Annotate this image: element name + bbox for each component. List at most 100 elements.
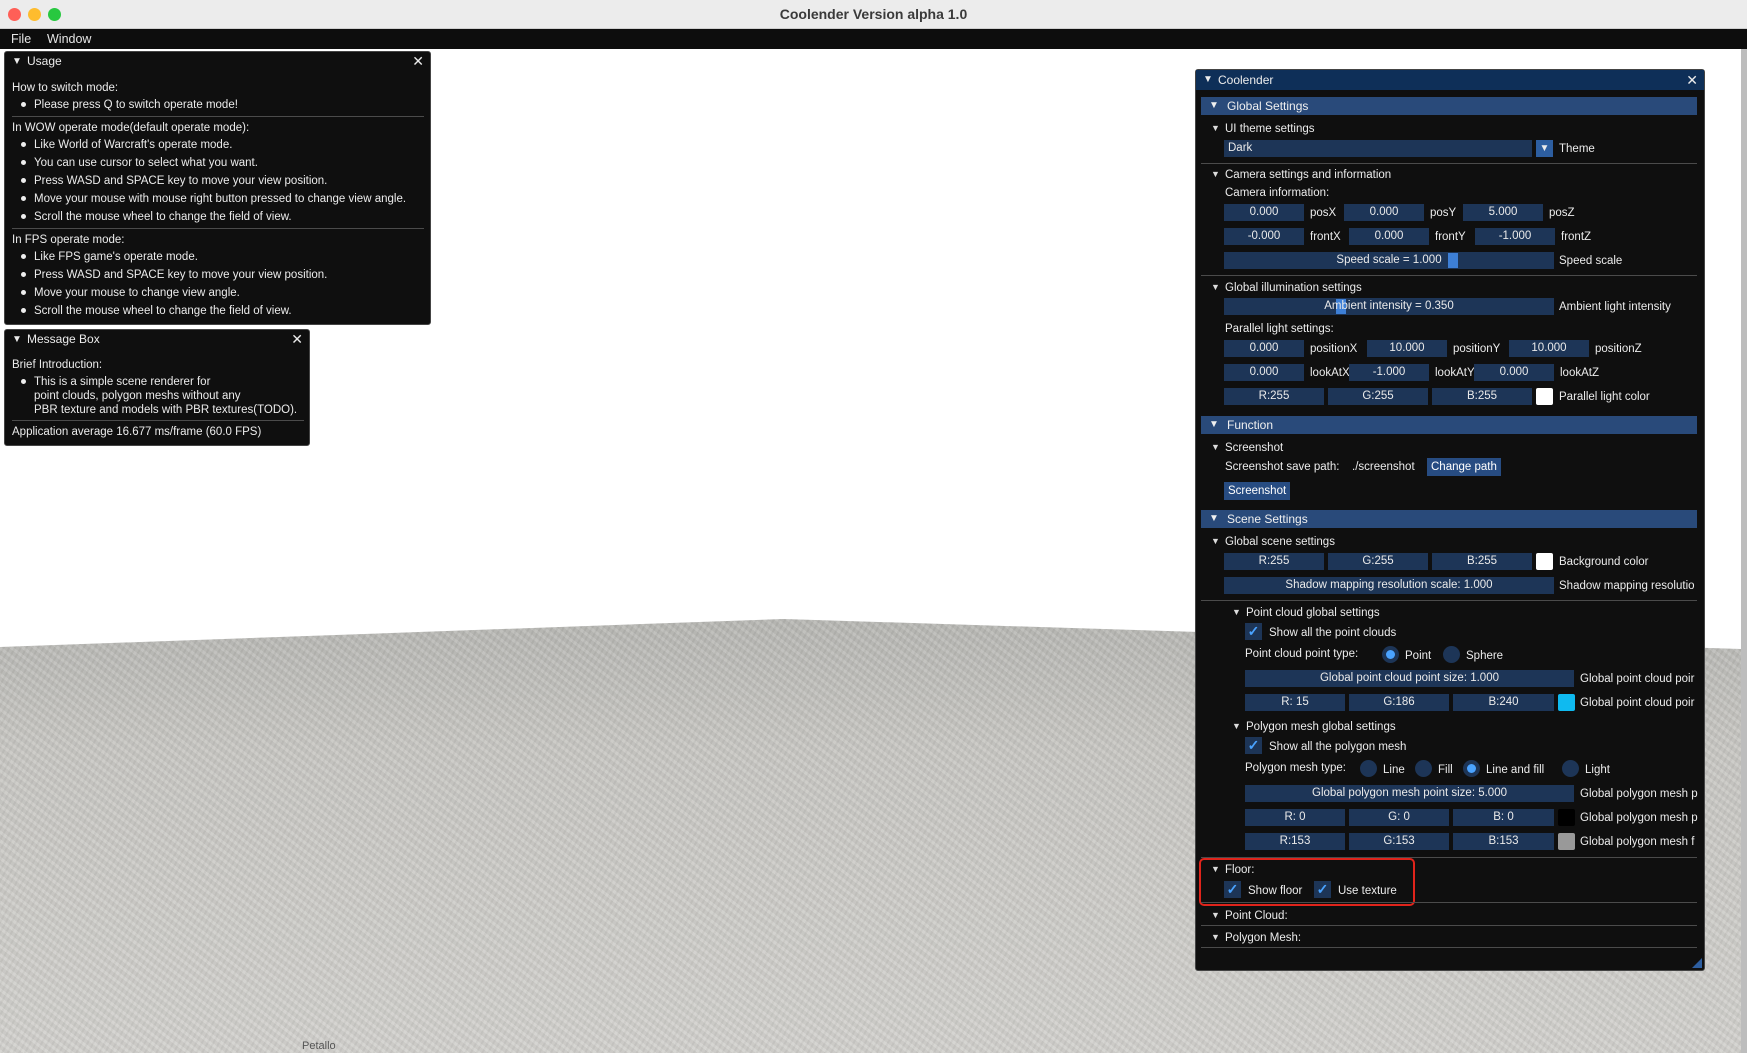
collapse-icon[interactable]: ▼ (1203, 70, 1213, 90)
usage-header[interactable]: ▼ Usage ✕ (5, 52, 430, 71)
frontz-field[interactable]: -1.000 (1475, 228, 1555, 245)
positionx-field[interactable]: 0.000 (1224, 340, 1304, 357)
tree-arrow-icon[interactable]: ▼ (1232, 607, 1241, 617)
pm-line-r-field[interactable]: R: 0 (1245, 809, 1345, 826)
collapse-icon[interactable]: ▼ (1209, 416, 1219, 434)
pm-line-g-field[interactable]: G: 0 (1349, 809, 1449, 826)
resize-grip-icon[interactable] (1692, 958, 1702, 968)
minimize-window-button[interactable] (28, 8, 41, 21)
tree-arrow-icon[interactable]: ▼ (1211, 123, 1220, 133)
show-point-clouds-label[interactable]: Show all the point clouds (1269, 626, 1396, 640)
checkmark-icon[interactable]: ✓ (1314, 881, 1331, 898)
checkmark-icon[interactable]: ✓ (1245, 623, 1262, 640)
lookatz-field[interactable]: 0.000 (1474, 364, 1554, 381)
ambient-slider[interactable]: Ambient intensity = 0.350 (1224, 298, 1554, 315)
radio-point-label[interactable]: Point (1405, 649, 1431, 663)
pm-fill-g-field[interactable]: G:153 (1349, 833, 1449, 850)
pc-size-slider[interactable]: Global point cloud point size: 1.000 (1245, 670, 1574, 687)
change-path-button[interactable]: Change path (1427, 458, 1501, 476)
section-scene-settings[interactable]: ▼ Scene Settings (1201, 510, 1697, 528)
fronty-field[interactable]: 0.000 (1349, 228, 1429, 245)
radio-light[interactable] (1562, 760, 1579, 777)
radio-light-label[interactable]: Light (1585, 763, 1610, 777)
collapse-icon[interactable]: ▼ (12, 52, 22, 71)
theme-combo[interactable]: Dark (1224, 140, 1532, 157)
illumination-node[interactable]: Global illumination settings (1225, 281, 1362, 295)
floor-node[interactable]: Floor: (1225, 863, 1254, 877)
positiony-field[interactable]: 10.000 (1367, 340, 1447, 357)
section-global-settings[interactable]: ▼ Global Settings (1201, 97, 1697, 115)
radio-line-label[interactable]: Line (1383, 763, 1405, 777)
tree-arrow-icon[interactable]: ▼ (1211, 442, 1220, 452)
polygon-mesh-global-node[interactable]: Polygon mesh global settings (1246, 720, 1396, 734)
screenshot-button[interactable]: Screenshot (1224, 482, 1291, 500)
positionz-field[interactable]: 10.000 (1509, 340, 1589, 357)
point-cloud-node[interactable]: Point Cloud: (1225, 909, 1288, 923)
bg-g-field[interactable]: G:255 (1328, 553, 1428, 570)
bg-b-field[interactable]: B:255 (1432, 553, 1532, 570)
global-scene-node[interactable]: Global scene settings (1225, 535, 1335, 549)
pc-b-field[interactable]: B:240 (1453, 694, 1554, 711)
pc-r-field[interactable]: R: 15 (1245, 694, 1345, 711)
collapse-icon[interactable]: ▼ (12, 330, 22, 349)
close-icon[interactable]: ✕ (291, 330, 303, 349)
tree-arrow-icon[interactable]: ▼ (1211, 536, 1220, 546)
tree-arrow-icon[interactable]: ▼ (1211, 910, 1220, 920)
point-cloud-global-node[interactable]: Point cloud global settings (1246, 606, 1380, 620)
light-color-swatch[interactable] (1536, 388, 1553, 405)
radio-point[interactable] (1382, 646, 1399, 663)
show-polygon-mesh-label[interactable]: Show all the polygon mesh (1269, 740, 1406, 754)
polygon-mesh-node[interactable]: Polygon Mesh: (1225, 931, 1301, 945)
close-icon[interactable]: ✕ (1686, 70, 1698, 90)
bg-r-field[interactable]: R:255 (1224, 553, 1324, 570)
pm-fill-r-field[interactable]: R:153 (1245, 833, 1345, 850)
speed-slider[interactable]: Speed scale = 1.000 (1224, 252, 1554, 269)
checkmark-icon[interactable]: ✓ (1224, 881, 1241, 898)
camera-node[interactable]: Camera settings and information (1225, 168, 1391, 182)
section-function[interactable]: ▼ Function (1201, 416, 1697, 434)
show-floor-label[interactable]: Show floor (1248, 884, 1302, 898)
shadow-slider[interactable]: Shadow mapping resolution scale: 1.000 (1224, 577, 1554, 594)
posx-field[interactable]: 0.000 (1224, 204, 1304, 221)
radio-fill[interactable] (1415, 760, 1432, 777)
light-g-field[interactable]: G:255 (1328, 388, 1428, 405)
pm-size-slider[interactable]: Global polygon mesh point size: 5.000 (1245, 785, 1574, 802)
chevron-down-icon[interactable]: ▼ (1536, 140, 1553, 157)
ui-theme-node[interactable]: UI theme settings (1225, 122, 1314, 136)
lookatx-field[interactable]: 0.000 (1224, 364, 1304, 381)
frontx-field[interactable]: -0.000 (1224, 228, 1304, 245)
radio-line-and-fill[interactable] (1463, 760, 1480, 777)
checkmark-icon[interactable]: ✓ (1245, 737, 1262, 754)
use-texture-label[interactable]: Use texture (1338, 884, 1397, 898)
pm-fill-color-swatch[interactable] (1558, 833, 1575, 850)
radio-fill-label[interactable]: Fill (1438, 763, 1453, 777)
tree-arrow-icon[interactable]: ▼ (1211, 169, 1220, 179)
coolender-header[interactable]: ▼ Coolender ✕ (1196, 70, 1704, 90)
zoom-window-button[interactable] (48, 8, 61, 21)
close-icon[interactable]: ✕ (412, 52, 424, 71)
tree-arrow-icon[interactable]: ▼ (1211, 932, 1220, 942)
message-box-header[interactable]: ▼ Message Box ✕ (5, 330, 309, 349)
radio-sphere[interactable] (1443, 646, 1460, 663)
light-b-field[interactable]: B:255 (1432, 388, 1532, 405)
collapse-icon[interactable]: ▼ (1209, 510, 1219, 528)
pc-g-field[interactable]: G:186 (1349, 694, 1449, 711)
light-r-field[interactable]: R:255 (1224, 388, 1324, 405)
pc-color-swatch[interactable] (1558, 694, 1575, 711)
pm-line-b-field[interactable]: B: 0 (1453, 809, 1554, 826)
posz-field[interactable]: 5.000 (1463, 204, 1543, 221)
radio-line-and-fill-label[interactable]: Line and fill (1486, 763, 1544, 777)
slider-grab[interactable] (1448, 253, 1458, 268)
menu-window[interactable]: Window (47, 29, 91, 49)
menu-file[interactable]: File (11, 29, 31, 49)
collapse-icon[interactable]: ▼ (1209, 97, 1219, 115)
screenshot-node[interactable]: Screenshot (1225, 441, 1283, 455)
tree-arrow-icon[interactable]: ▼ (1232, 721, 1241, 731)
tree-arrow-icon[interactable]: ▼ (1211, 282, 1220, 292)
pm-line-color-swatch[interactable] (1558, 809, 1575, 826)
radio-line[interactable] (1360, 760, 1377, 777)
pm-fill-b-field[interactable]: B:153 (1453, 833, 1554, 850)
posy-field[interactable]: 0.000 (1344, 204, 1424, 221)
lookaty-field[interactable]: -1.000 (1349, 364, 1429, 381)
close-window-button[interactable] (8, 8, 21, 21)
